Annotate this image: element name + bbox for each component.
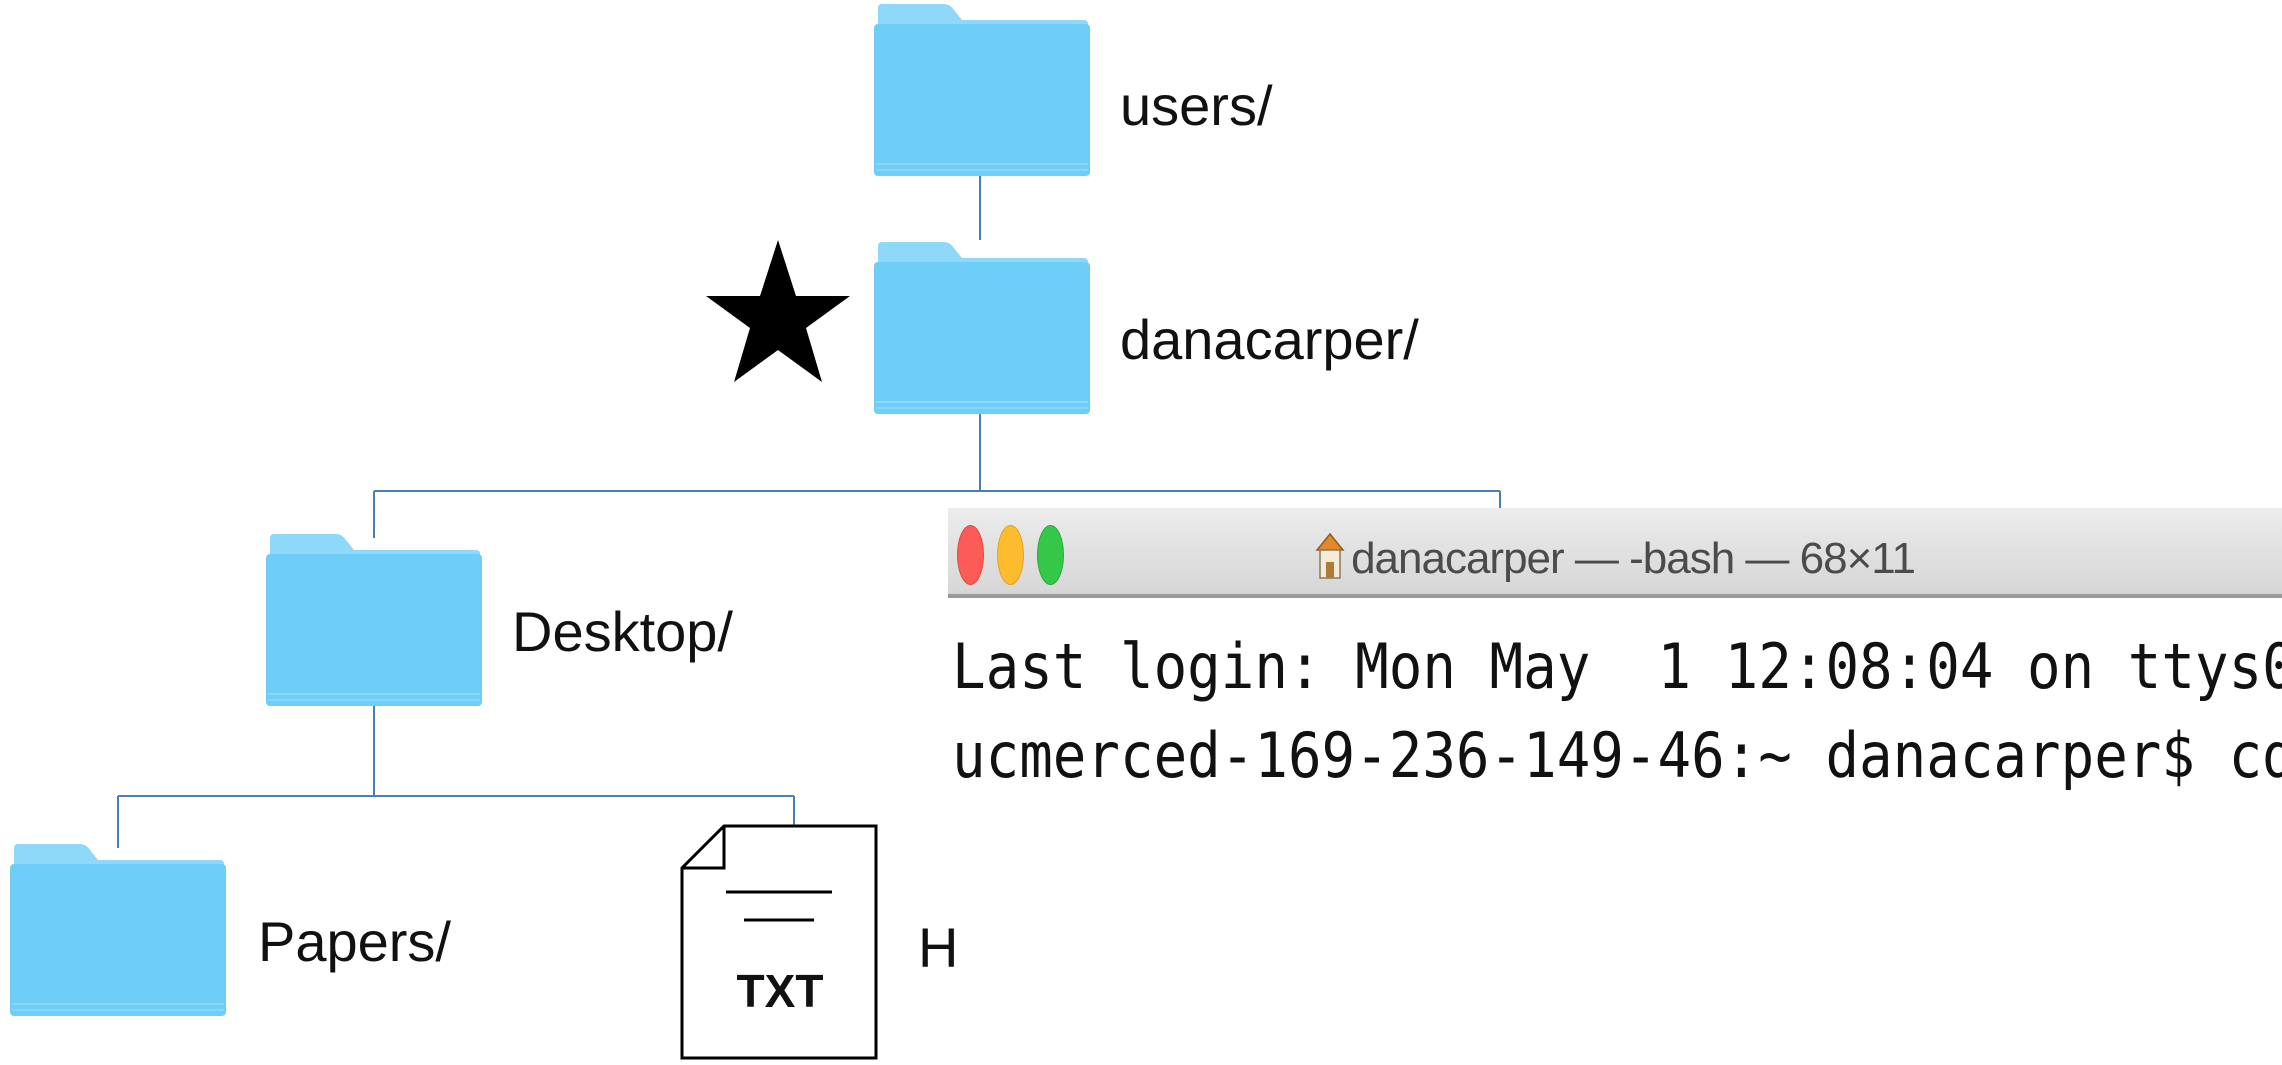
star-icon (706, 240, 850, 382)
terminal-line-prompt[interactable]: ucmerced-169-236-149-46:~ danacarper$ cd… (952, 720, 2282, 800)
folder-label-users: users/ (1120, 74, 1273, 137)
home-icon (1315, 530, 1345, 593)
folder-icon-papers[interactable] (8, 842, 228, 1018)
file-label-fragment: H (918, 916, 959, 979)
txt-file-icon[interactable]: TXT (680, 824, 880, 1065)
folder-icon-danacarper[interactable] (872, 240, 1092, 416)
folder-label-papers: Papers/ (258, 910, 451, 973)
terminal-title: danacarper — -bash — 68×11 (948, 530, 2282, 593)
terminal-title-text: danacarper — -bash — 68×11 (1351, 534, 1916, 584)
folder-label-danacarper: danacarper/ (1120, 308, 1419, 371)
folder-icon-desktop[interactable] (264, 532, 484, 708)
terminal-command-text: ucmerced-169-236-149-46:~ danacarper$ cd… (952, 719, 2282, 793)
terminal-titlebar[interactable]: danacarper — -bash — 68×11 (948, 508, 2282, 598)
folder-icon-users[interactable] (872, 2, 1092, 178)
terminal-line-login: Last login: Mon May 1 12:08:04 on ttys00… (952, 630, 2282, 703)
txt-file-badge: TXT (736, 965, 824, 1017)
folder-label-desktop: Desktop/ (512, 600, 733, 663)
terminal-window[interactable]: danacarper — -bash — 68×11 Last login: M… (948, 508, 2282, 888)
